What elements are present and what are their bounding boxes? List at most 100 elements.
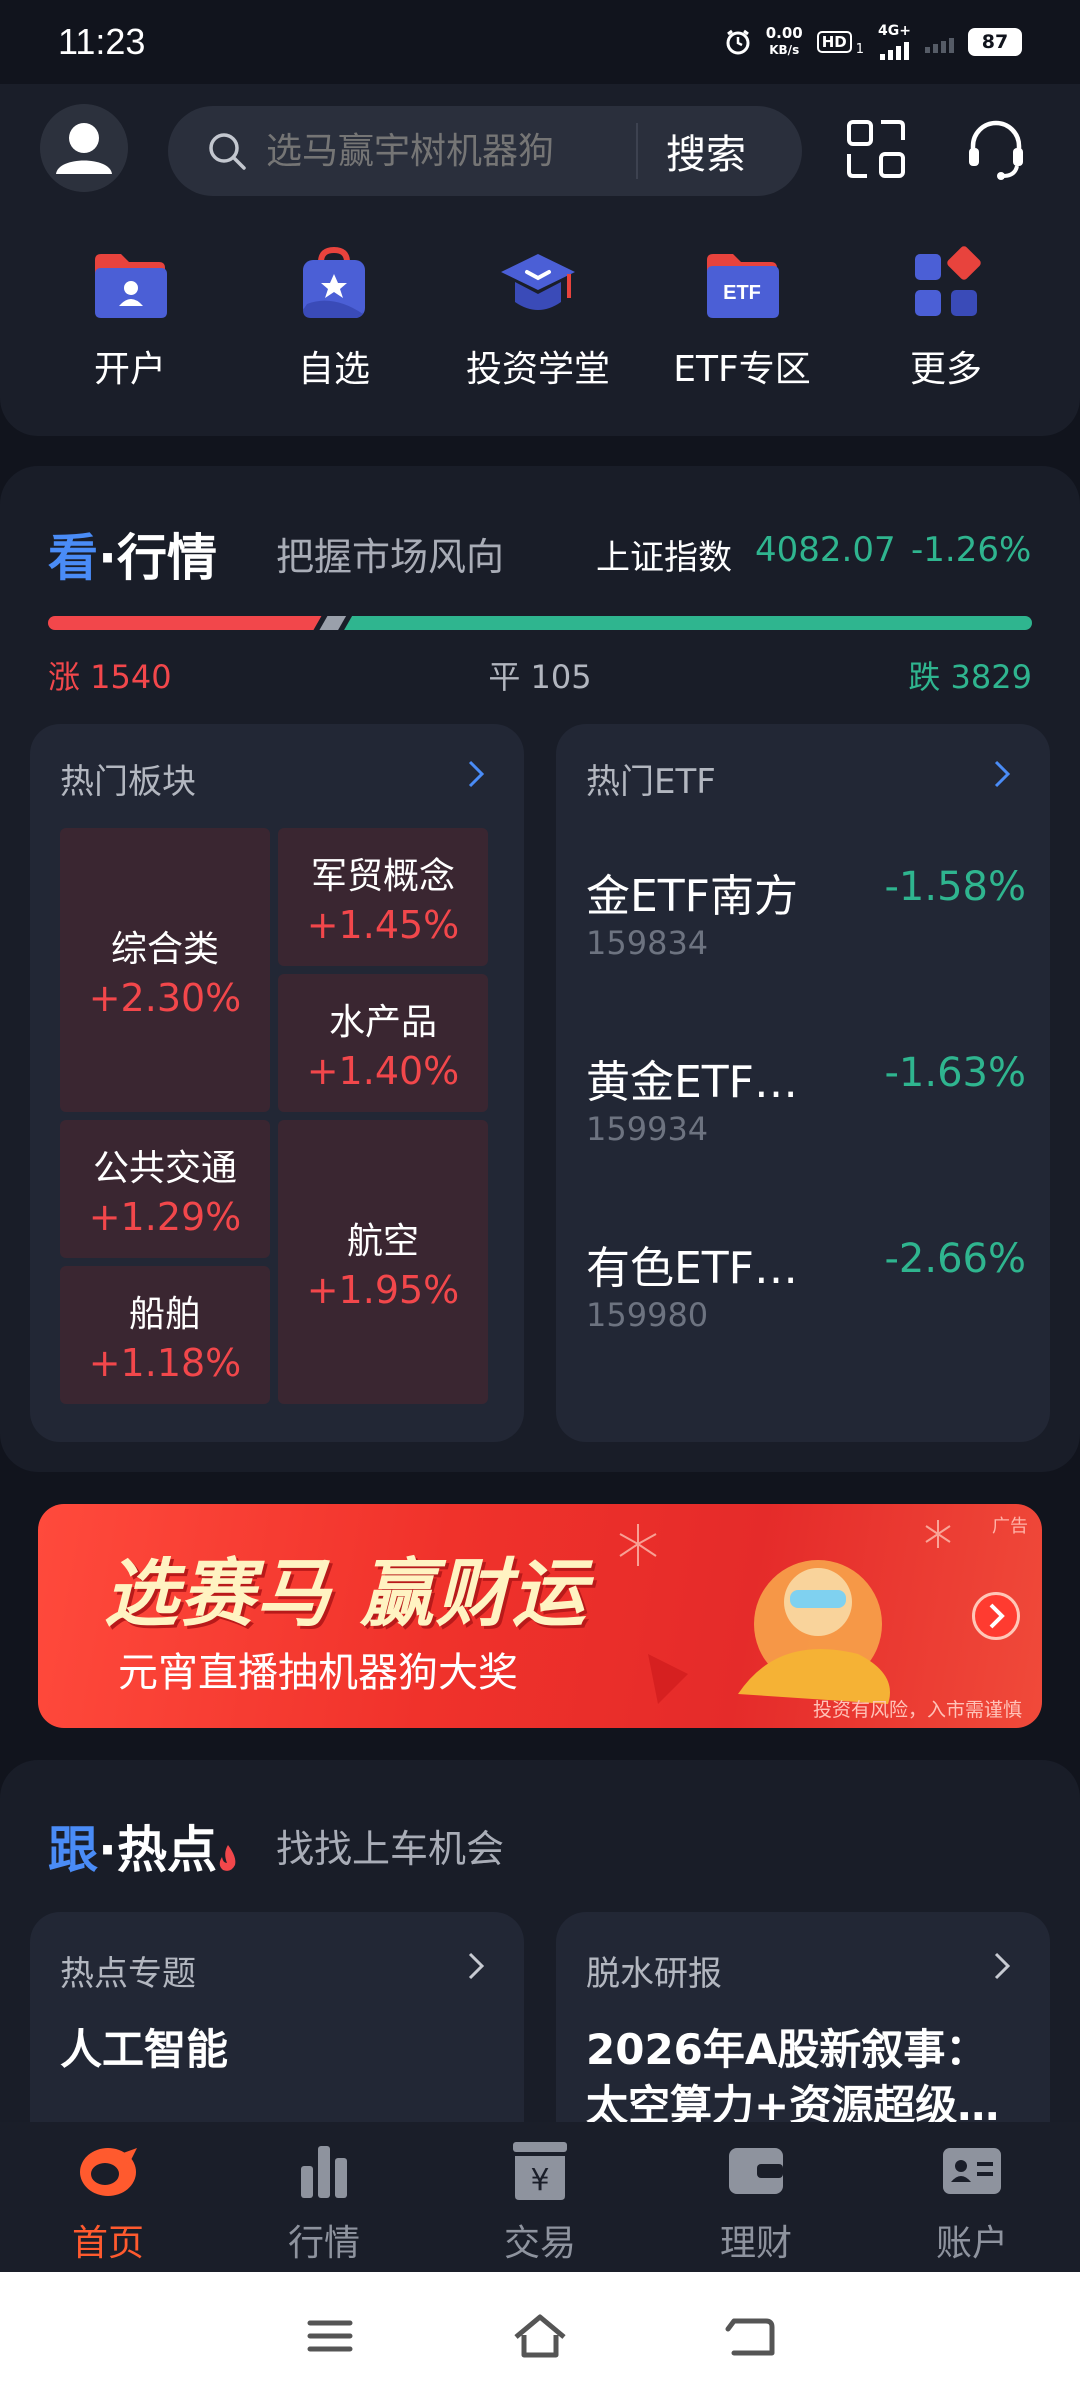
market-subtitle: 把握市场风向	[276, 535, 505, 579]
status-time: 11:23	[58, 21, 146, 62]
avatar[interactable]	[40, 104, 128, 192]
nav-label: 首页	[71, 2223, 144, 2264]
sector-tile[interactable]: 船舶 +1.18%	[60, 1266, 270, 1404]
more-grid-icon	[915, 246, 981, 316]
watchlist-bag-icon	[303, 246, 365, 318]
hd-sub: 1	[855, 41, 865, 57]
quick-watchlist[interactable]: 自选	[232, 244, 436, 392]
graduation-cap-icon	[501, 254, 575, 310]
search-button[interactable]: 搜索	[666, 122, 746, 180]
chevron-right-icon[interactable]	[464, 1948, 488, 1984]
research-report-headline[interactable]: 2026年A股新叙事：太空算力+资源超级…	[586, 2022, 1026, 2134]
etf-code: 159980	[586, 1296, 709, 1334]
net-speed: 0.00 KB/s	[766, 25, 803, 59]
hot-sectors-panel[interactable]: 热门板块 综合类 +2.30% 军贸概念 +1.45% 水产品 +1.40% 公…	[30, 724, 524, 1442]
sector-tile[interactable]: 公共交通 +1.29%	[60, 1120, 270, 1258]
header-card: 搜索 开户 自选	[0, 84, 1080, 436]
alarm-icon	[726, 29, 750, 55]
home-icon[interactable]	[510, 2311, 570, 2361]
scan-switch-icon[interactable]	[845, 118, 907, 180]
hotspot-title-accent: 跟	[48, 1821, 98, 1879]
back-icon[interactable]	[720, 2311, 780, 2361]
search-icon	[209, 133, 246, 170]
etf-name: 有色ETF…	[586, 1243, 798, 1294]
index-name[interactable]: 上证指数	[596, 530, 732, 579]
nav-account[interactable]: 账户	[864, 2122, 1080, 2272]
nav-label: 交易	[503, 2223, 576, 2264]
nav-label: 行情	[287, 2223, 360, 2264]
nav-wealth[interactable]: 理财	[648, 2122, 864, 2272]
sector-tile[interactable]: 军贸概念 +1.45%	[278, 828, 488, 966]
breadth-flat-segment	[319, 616, 347, 630]
etf-change: -1.58%	[884, 864, 1026, 910]
chevron-right-icon[interactable]	[990, 756, 1014, 792]
sector-name: 船舶	[128, 1294, 201, 1335]
etf-item[interactable]: 有色ETF… -2.66% 159980	[586, 1232, 1026, 1342]
etf-name: 黄金ETF…	[586, 1057, 798, 1108]
sector-change: +1.45%	[306, 903, 460, 947]
market-title-accent: 看	[48, 529, 98, 587]
quick-invest-school[interactable]: 投资学堂	[436, 244, 640, 392]
etf-code: 159934	[586, 1110, 709, 1148]
sector-change: +1.40%	[306, 1049, 460, 1093]
hotspot-section-title: 跟·热点	[48, 1810, 239, 1882]
sector-tile[interactable]: 水产品 +1.40%	[278, 974, 488, 1112]
market-breadth-bar	[48, 616, 1032, 630]
index-change[interactable]: -1.26%	[911, 530, 1031, 570]
hot-topics-title: 热点专题	[60, 1954, 196, 1994]
market-section-title: 看·行情	[48, 518, 217, 590]
etf-item[interactable]: 黄金ETF… -1.63% 159934	[586, 1046, 1026, 1156]
chevron-right-icon	[989, 1603, 1005, 1629]
customer-service-icon[interactable]	[963, 116, 1029, 182]
sector-name: 综合类	[110, 929, 219, 970]
hot-etf-panel[interactable]: 热门ETF 金ETF南方 -1.58% 159834 黄金ETF… -1.63%…	[556, 724, 1050, 1442]
sector-name: 水产品	[328, 1002, 437, 1043]
etf-item[interactable]: 金ETF南方 -1.58% 159834	[586, 860, 1026, 970]
quick-label: 开户	[93, 349, 166, 390]
status-icons: 0.00 KB/s HD 1 4G+ 87	[724, 24, 1022, 60]
research-reports-title: 脱水研报	[586, 1954, 722, 1994]
chevron-right-icon[interactable]	[464, 756, 488, 792]
sector-change: +1.18%	[88, 1341, 242, 1385]
banner-subtitle: 元宵直播抽机器狗大奖	[118, 1650, 518, 1696]
etf-change: -1.63%	[884, 1050, 1026, 1096]
trade-yuan-icon: ¥	[513, 2142, 567, 2200]
search-divider	[636, 123, 638, 179]
bottom-nav: 首页 行情 ¥ 交易 理财 账户	[0, 2122, 1080, 2272]
nav-market[interactable]: 行情	[216, 2122, 432, 2272]
open-account-folder-icon	[95, 254, 167, 318]
sector-tile[interactable]: 综合类 +2.30%	[60, 828, 270, 1112]
etf-name: 金ETF南方	[586, 871, 798, 922]
market-title-rest: ·行情	[98, 529, 217, 587]
sector-tile[interactable]: 航空 +1.95%	[278, 1120, 488, 1404]
breadth-up-segment	[48, 616, 322, 630]
quick-label: ETF专区	[673, 349, 811, 390]
breadth-flat-label: 平 105	[488, 658, 592, 696]
quick-more[interactable]: 更多	[844, 244, 1048, 392]
promo-banner[interactable]: 选赛马 赢财运 元宵直播抽机器狗大奖 广告 投资有风险，入市需谨慎	[38, 1504, 1042, 1728]
quick-open-account[interactable]: 开户	[28, 244, 232, 392]
svg-text:ETF: ETF	[723, 282, 761, 304]
net-speed-value: 0.00	[765, 24, 803, 42]
hot-topic-headline[interactable]: 人工智能	[60, 2022, 500, 2078]
ad-tag: 广告	[992, 1516, 1028, 1537]
search-bar[interactable]: 搜索	[168, 106, 802, 196]
nav-home[interactable]: 首页	[0, 2122, 216, 2272]
search-input[interactable]	[266, 130, 636, 172]
nav-trade[interactable]: ¥ 交易	[432, 2122, 648, 2272]
signal-sim2-icon	[925, 31, 954, 53]
banner-next-button[interactable]	[972, 1592, 1020, 1640]
net-speed-unit: KB/s	[769, 43, 800, 57]
sector-name: 军贸概念	[310, 856, 455, 897]
id-card-icon	[943, 2148, 1001, 2194]
quick-etf-zone[interactable]: ETF ETF专区	[640, 244, 844, 392]
sector-change: +1.29%	[88, 1195, 242, 1239]
index-value[interactable]: 4082.07	[755, 530, 896, 570]
breadth-down-label: 跌 3829	[908, 658, 1032, 696]
status-bar: 11:23 0.00 KB/s HD 1 4G+ 87	[0, 0, 1080, 84]
sector-change: +2.30%	[88, 976, 242, 1020]
menu-icon[interactable]	[300, 2311, 360, 2361]
battery-icon: 87	[968, 28, 1022, 56]
hotspot-subtitle: 找找上车机会	[276, 1827, 505, 1871]
chevron-right-icon[interactable]	[990, 1948, 1014, 1984]
